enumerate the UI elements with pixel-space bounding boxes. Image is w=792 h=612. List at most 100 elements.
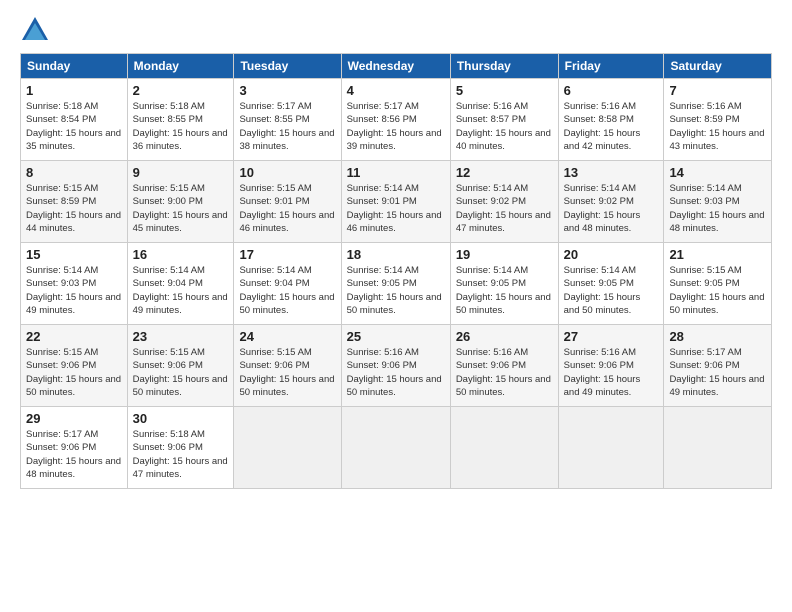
day-info: Sunrise: 5:16 AMSunset: 8:58 PMDaylight:… [564, 101, 641, 152]
day-number: 26 [456, 329, 553, 344]
calendar-cell [558, 407, 664, 489]
calendar-cell: 21 Sunrise: 5:15 AMSunset: 9:05 PMDaylig… [664, 243, 772, 325]
calendar-cell: 28 Sunrise: 5:17 AMSunset: 9:06 PMDaylig… [664, 325, 772, 407]
day-info: Sunrise: 5:15 AMSunset: 9:06 PMDaylight:… [239, 347, 334, 398]
calendar-cell: 23 Sunrise: 5:15 AMSunset: 9:06 PMDaylig… [127, 325, 234, 407]
day-info: Sunrise: 5:14 AMSunset: 9:05 PMDaylight:… [347, 265, 442, 316]
day-info: Sunrise: 5:14 AMSunset: 9:04 PMDaylight:… [133, 265, 228, 316]
header [20, 15, 772, 45]
calendar-cell: 1 Sunrise: 5:18 AMSunset: 8:54 PMDayligh… [21, 79, 128, 161]
calendar-cell: 29 Sunrise: 5:17 AMSunset: 9:06 PMDaylig… [21, 407, 128, 489]
day-number: 29 [26, 411, 122, 426]
logo-icon [20, 15, 50, 45]
day-number: 30 [133, 411, 229, 426]
calendar-week-2: 8 Sunrise: 5:15 AMSunset: 8:59 PMDayligh… [21, 161, 772, 243]
day-number: 17 [239, 247, 335, 262]
calendar-cell [234, 407, 341, 489]
day-info: Sunrise: 5:17 AMSunset: 8:55 PMDaylight:… [239, 101, 334, 152]
day-number: 4 [347, 83, 445, 98]
calendar-cell: 30 Sunrise: 5:18 AMSunset: 9:06 PMDaylig… [127, 407, 234, 489]
day-info: Sunrise: 5:16 AMSunset: 9:06 PMDaylight:… [347, 347, 442, 398]
day-number: 24 [239, 329, 335, 344]
day-number: 7 [669, 83, 766, 98]
calendar-page: SundayMondayTuesdayWednesdayThursdayFrid… [0, 0, 792, 612]
day-number: 27 [564, 329, 659, 344]
day-info: Sunrise: 5:18 AMSunset: 8:55 PMDaylight:… [133, 101, 228, 152]
calendar-cell: 12 Sunrise: 5:14 AMSunset: 9:02 PMDaylig… [450, 161, 558, 243]
day-number: 8 [26, 165, 122, 180]
day-number: 9 [133, 165, 229, 180]
calendar-week-4: 22 Sunrise: 5:15 AMSunset: 9:06 PMDaylig… [21, 325, 772, 407]
day-info: Sunrise: 5:17 AMSunset: 9:06 PMDaylight:… [26, 429, 121, 480]
calendar-cell: 2 Sunrise: 5:18 AMSunset: 8:55 PMDayligh… [127, 79, 234, 161]
day-info: Sunrise: 5:15 AMSunset: 9:01 PMDaylight:… [239, 183, 334, 234]
day-info: Sunrise: 5:14 AMSunset: 9:05 PMDaylight:… [456, 265, 551, 316]
day-number: 11 [347, 165, 445, 180]
calendar-cell: 20 Sunrise: 5:14 AMSunset: 9:05 PMDaylig… [558, 243, 664, 325]
day-info: Sunrise: 5:14 AMSunset: 9:04 PMDaylight:… [239, 265, 334, 316]
column-header-sunday: Sunday [21, 54, 128, 79]
calendar-header-row: SundayMondayTuesdayWednesdayThursdayFrid… [21, 54, 772, 79]
day-info: Sunrise: 5:18 AMSunset: 9:06 PMDaylight:… [133, 429, 228, 480]
calendar-cell: 9 Sunrise: 5:15 AMSunset: 9:00 PMDayligh… [127, 161, 234, 243]
calendar-table: SundayMondayTuesdayWednesdayThursdayFrid… [20, 53, 772, 489]
day-info: Sunrise: 5:16 AMSunset: 8:57 PMDaylight:… [456, 101, 551, 152]
day-number: 23 [133, 329, 229, 344]
calendar-week-3: 15 Sunrise: 5:14 AMSunset: 9:03 PMDaylig… [21, 243, 772, 325]
calendar-cell [341, 407, 450, 489]
day-number: 3 [239, 83, 335, 98]
day-number: 10 [239, 165, 335, 180]
day-number: 12 [456, 165, 553, 180]
day-info: Sunrise: 5:15 AMSunset: 9:06 PMDaylight:… [26, 347, 121, 398]
day-info: Sunrise: 5:16 AMSunset: 8:59 PMDaylight:… [669, 101, 764, 152]
day-number: 13 [564, 165, 659, 180]
day-info: Sunrise: 5:14 AMSunset: 9:02 PMDaylight:… [456, 183, 551, 234]
day-number: 16 [133, 247, 229, 262]
column-header-saturday: Saturday [664, 54, 772, 79]
calendar-cell: 10 Sunrise: 5:15 AMSunset: 9:01 PMDaylig… [234, 161, 341, 243]
calendar-cell: 27 Sunrise: 5:16 AMSunset: 9:06 PMDaylig… [558, 325, 664, 407]
calendar-cell: 16 Sunrise: 5:14 AMSunset: 9:04 PMDaylig… [127, 243, 234, 325]
day-info: Sunrise: 5:17 AMSunset: 9:06 PMDaylight:… [669, 347, 764, 398]
day-info: Sunrise: 5:16 AMSunset: 9:06 PMDaylight:… [564, 347, 641, 398]
day-number: 6 [564, 83, 659, 98]
column-header-monday: Monday [127, 54, 234, 79]
day-number: 14 [669, 165, 766, 180]
calendar-cell: 13 Sunrise: 5:14 AMSunset: 9:02 PMDaylig… [558, 161, 664, 243]
column-header-tuesday: Tuesday [234, 54, 341, 79]
calendar-cell: 22 Sunrise: 5:15 AMSunset: 9:06 PMDaylig… [21, 325, 128, 407]
day-info: Sunrise: 5:16 AMSunset: 9:06 PMDaylight:… [456, 347, 551, 398]
day-number: 20 [564, 247, 659, 262]
calendar-cell: 14 Sunrise: 5:14 AMSunset: 9:03 PMDaylig… [664, 161, 772, 243]
calendar-week-1: 1 Sunrise: 5:18 AMSunset: 8:54 PMDayligh… [21, 79, 772, 161]
calendar-cell: 7 Sunrise: 5:16 AMSunset: 8:59 PMDayligh… [664, 79, 772, 161]
calendar-week-5: 29 Sunrise: 5:17 AMSunset: 9:06 PMDaylig… [21, 407, 772, 489]
calendar-cell: 26 Sunrise: 5:16 AMSunset: 9:06 PMDaylig… [450, 325, 558, 407]
day-info: Sunrise: 5:14 AMSunset: 9:01 PMDaylight:… [347, 183, 442, 234]
calendar-cell: 6 Sunrise: 5:16 AMSunset: 8:58 PMDayligh… [558, 79, 664, 161]
day-number: 15 [26, 247, 122, 262]
calendar-body: 1 Sunrise: 5:18 AMSunset: 8:54 PMDayligh… [21, 79, 772, 489]
day-info: Sunrise: 5:14 AMSunset: 9:05 PMDaylight:… [564, 265, 641, 316]
logo [20, 15, 54, 45]
calendar-cell: 24 Sunrise: 5:15 AMSunset: 9:06 PMDaylig… [234, 325, 341, 407]
calendar-cell [450, 407, 558, 489]
column-header-thursday: Thursday [450, 54, 558, 79]
calendar-cell: 19 Sunrise: 5:14 AMSunset: 9:05 PMDaylig… [450, 243, 558, 325]
day-number: 18 [347, 247, 445, 262]
calendar-cell: 15 Sunrise: 5:14 AMSunset: 9:03 PMDaylig… [21, 243, 128, 325]
calendar-cell: 17 Sunrise: 5:14 AMSunset: 9:04 PMDaylig… [234, 243, 341, 325]
calendar-cell: 8 Sunrise: 5:15 AMSunset: 8:59 PMDayligh… [21, 161, 128, 243]
day-number: 25 [347, 329, 445, 344]
day-info: Sunrise: 5:17 AMSunset: 8:56 PMDaylight:… [347, 101, 442, 152]
day-number: 22 [26, 329, 122, 344]
day-number: 28 [669, 329, 766, 344]
day-info: Sunrise: 5:14 AMSunset: 9:02 PMDaylight:… [564, 183, 641, 234]
day-number: 19 [456, 247, 553, 262]
calendar-cell: 5 Sunrise: 5:16 AMSunset: 8:57 PMDayligh… [450, 79, 558, 161]
day-number: 5 [456, 83, 553, 98]
calendar-cell: 25 Sunrise: 5:16 AMSunset: 9:06 PMDaylig… [341, 325, 450, 407]
day-info: Sunrise: 5:15 AMSunset: 9:06 PMDaylight:… [133, 347, 228, 398]
day-number: 2 [133, 83, 229, 98]
calendar-cell: 3 Sunrise: 5:17 AMSunset: 8:55 PMDayligh… [234, 79, 341, 161]
